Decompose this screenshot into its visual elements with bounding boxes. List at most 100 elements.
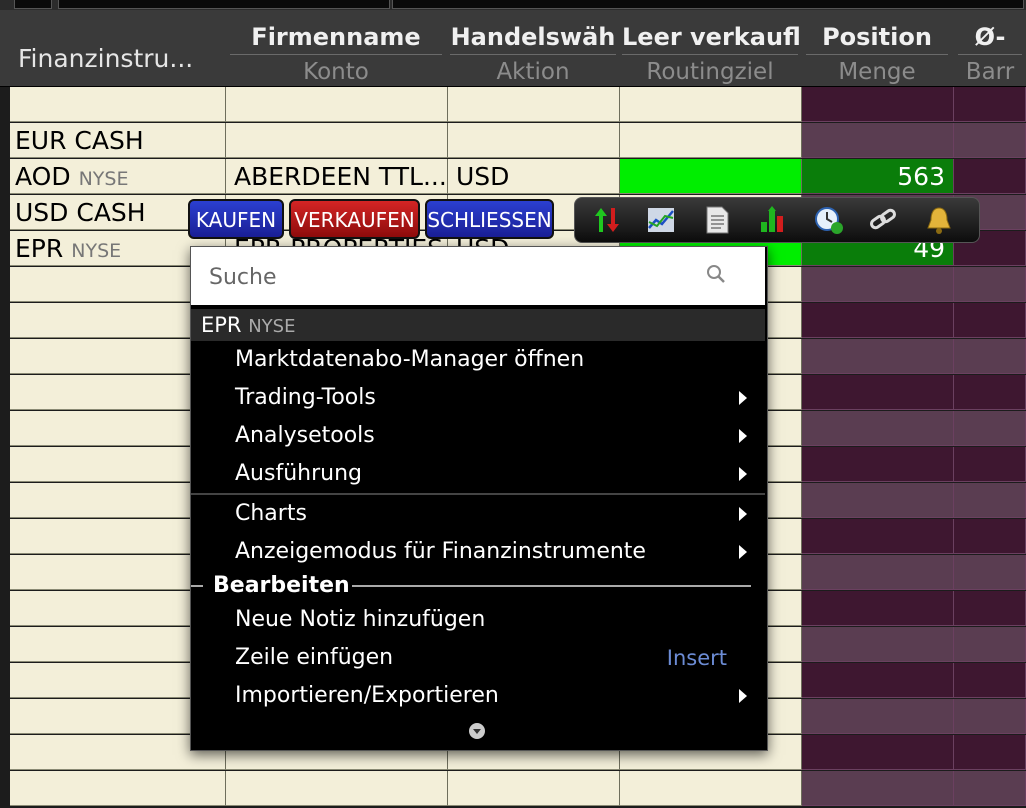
table-cell[interactable] bbox=[10, 87, 226, 122]
table-row[interactable]: EUR CASH bbox=[10, 123, 1026, 159]
document-icon[interactable] bbox=[701, 204, 733, 236]
menu-item-charts[interactable]: Charts bbox=[235, 496, 755, 532]
table-cell[interactable] bbox=[620, 123, 802, 158]
menu-symbol: EPR bbox=[201, 313, 242, 337]
chart-icon[interactable] bbox=[645, 204, 677, 236]
table-cell[interactable] bbox=[802, 627, 954, 662]
table-cell[interactable]: EUR CASH bbox=[10, 123, 226, 158]
link-icon[interactable] bbox=[867, 204, 899, 236]
menu-search-box bbox=[191, 247, 765, 305]
header-short[interactable]: Leer verkaufl Routingziel bbox=[618, 20, 802, 90]
table-cell[interactable] bbox=[954, 375, 1026, 410]
shortcut-label: Insert bbox=[666, 646, 727, 670]
table-cell[interactable] bbox=[802, 447, 954, 482]
context-menu: EPR NYSE Marktdatenabo-Manager öffnen Tr… bbox=[190, 246, 768, 751]
table-cell[interactable] bbox=[954, 591, 1026, 626]
table-cell[interactable]: USD bbox=[448, 159, 620, 194]
header-avg[interactable]: Ø- Barr bbox=[954, 20, 1026, 90]
table-cell[interactable] bbox=[954, 123, 1026, 158]
table-row[interactable] bbox=[10, 87, 1026, 123]
table-cell[interactable] bbox=[954, 519, 1026, 554]
currency: USD bbox=[456, 162, 510, 191]
table-cell[interactable] bbox=[954, 735, 1026, 770]
table-cell[interactable] bbox=[226, 123, 448, 158]
table-cell[interactable] bbox=[802, 735, 954, 770]
table-cell[interactable] bbox=[954, 483, 1026, 518]
scroll-down-icon[interactable] bbox=[469, 723, 485, 739]
table-cell[interactable] bbox=[954, 699, 1026, 734]
table-cell[interactable] bbox=[954, 267, 1026, 302]
menu-item-trading-tools[interactable]: Trading-Tools bbox=[235, 380, 755, 416]
bar-chart-icon[interactable] bbox=[757, 204, 789, 236]
top-strip bbox=[0, 0, 1026, 10]
table-cell[interactable] bbox=[954, 87, 1026, 122]
table-cell[interactable] bbox=[954, 663, 1026, 698]
table-cell[interactable] bbox=[802, 519, 954, 554]
table-cell[interactable] bbox=[802, 591, 954, 626]
menu-item-add-note[interactable]: Neue Notiz hinzufügen bbox=[235, 602, 755, 638]
header-currency[interactable]: Handelswäh Aktion bbox=[446, 20, 620, 90]
instrument-symbol: AOD NYSE bbox=[15, 159, 128, 193]
table-cell[interactable] bbox=[620, 159, 802, 194]
section-rule bbox=[351, 585, 751, 587]
table-cell[interactable] bbox=[802, 339, 954, 374]
bell-icon[interactable] bbox=[923, 204, 955, 236]
table-cell[interactable] bbox=[226, 87, 448, 122]
table-cell[interactable] bbox=[802, 699, 954, 734]
table-cell[interactable] bbox=[620, 771, 802, 806]
table-cell[interactable] bbox=[448, 771, 620, 806]
table-cell[interactable] bbox=[802, 267, 954, 302]
table-cell[interactable] bbox=[802, 87, 954, 122]
table-cell[interactable] bbox=[954, 447, 1026, 482]
table-cell[interactable] bbox=[10, 771, 226, 806]
menu-item-market-data[interactable]: Marktdatenabo-Manager öffnen bbox=[235, 342, 755, 378]
table-cell[interactable] bbox=[802, 663, 954, 698]
table-cell[interactable] bbox=[954, 303, 1026, 338]
table-cell[interactable]: 563 bbox=[802, 159, 954, 194]
top-strip-segment bbox=[58, 0, 390, 9]
header-company[interactable]: Firmenname Konto bbox=[226, 20, 446, 90]
symbol-text: AOD bbox=[15, 162, 71, 191]
table-cell[interactable] bbox=[954, 627, 1026, 662]
close-position-button[interactable]: SCHLIESSEN bbox=[425, 199, 554, 239]
table-cell[interactable] bbox=[954, 411, 1026, 446]
table-cell[interactable] bbox=[802, 375, 954, 410]
buy-button[interactable]: KAUFEN bbox=[188, 199, 284, 239]
table-cell[interactable] bbox=[448, 123, 620, 158]
clock-icon[interactable] bbox=[813, 204, 845, 236]
menu-item-display-mode[interactable]: Anzeigemodus für Finanzinstrumente bbox=[235, 534, 755, 570]
menu-item-execution[interactable]: Ausführung bbox=[235, 456, 755, 492]
section-rule bbox=[191, 585, 203, 587]
table-cell[interactable] bbox=[802, 555, 954, 590]
sell-button[interactable]: VERKAUFEN bbox=[289, 199, 420, 239]
menu-section-edit: Bearbeiten bbox=[191, 571, 765, 601]
table-cell[interactable]: AOD NYSE bbox=[10, 159, 226, 194]
table-cell[interactable] bbox=[226, 771, 448, 806]
search-icon bbox=[707, 265, 725, 283]
table-cell[interactable] bbox=[954, 159, 1026, 194]
table-cell[interactable] bbox=[802, 303, 954, 338]
trade-arrows-icon[interactable] bbox=[591, 204, 623, 236]
top-strip-segment bbox=[14, 0, 52, 9]
table-cell[interactable] bbox=[802, 411, 954, 446]
header-position[interactable]: Position Menge bbox=[802, 20, 952, 90]
search-input[interactable] bbox=[207, 259, 691, 295]
table-cell[interactable] bbox=[954, 339, 1026, 374]
instrument-symbol: EPR NYSE bbox=[15, 231, 121, 265]
menu-item-analysis-tools[interactable]: Analysetools bbox=[235, 418, 755, 454]
menu-item-insert-row[interactable]: Zeile einfügen Insert bbox=[235, 640, 755, 676]
column-header: Finanzinstru... Firmenname Konto Handels… bbox=[0, 10, 1026, 87]
table-cell[interactable] bbox=[954, 555, 1026, 590]
table-cell[interactable]: ABERDEEN TTL... bbox=[226, 159, 448, 194]
menu-item-import-export[interactable]: Importieren/Exportieren bbox=[235, 678, 755, 714]
table-row[interactable]: AOD NYSE ABERDEEN TTL... USD 563 bbox=[10, 159, 1026, 195]
table-cell[interactable] bbox=[448, 87, 620, 122]
position-quantity: 563 bbox=[897, 162, 945, 191]
table-cell[interactable] bbox=[954, 771, 1026, 806]
header-instrument[interactable]: Finanzinstru... bbox=[18, 44, 193, 73]
table-cell[interactable] bbox=[802, 123, 954, 158]
table-cell[interactable] bbox=[620, 87, 802, 122]
table-cell[interactable] bbox=[802, 771, 954, 806]
table-cell[interactable] bbox=[802, 483, 954, 518]
table-row[interactable] bbox=[10, 771, 1026, 807]
